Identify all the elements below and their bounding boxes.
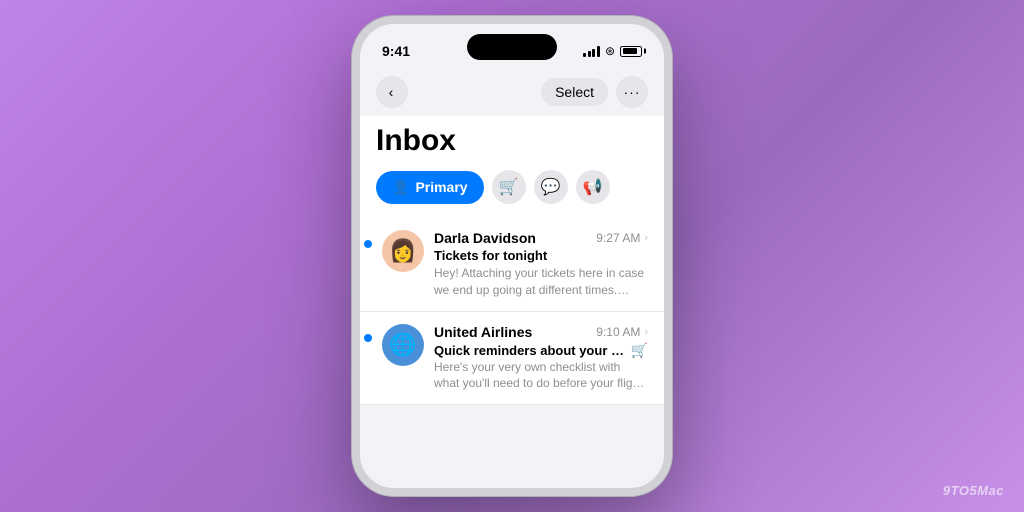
content-area: Inbox 👤 Primary 🛒 💬 📢 (360, 116, 664, 405)
unread-dot-2 (364, 334, 372, 342)
email-preview-2: Here's your very own checklist with what… (434, 359, 648, 393)
watermark-text: 9TO5Mac (943, 483, 1004, 498)
tab-promotions[interactable]: 📢 (576, 170, 610, 204)
inbox-title: Inbox (360, 116, 664, 170)
back-chevron-icon: ‹ (389, 84, 394, 100)
chevron-right-icon-2: › (644, 326, 648, 338)
back-button[interactable]: ‹ (376, 76, 408, 108)
signal-icon (583, 46, 600, 57)
email-sender-2: United Airlines (434, 324, 532, 340)
nav-bar: ‹ Select ··· (360, 72, 664, 116)
select-button[interactable]: Select (541, 78, 608, 106)
email-header-2: United Airlines 9:10 AM › (434, 324, 648, 340)
phone-wrapper: 9:41 ⊛ ‹ Select (352, 16, 672, 496)
email-list: 👩 Darla Davidson 9:27 AM › Tickets for t… (360, 218, 664, 405)
avatar-emoji-1: 👩 (389, 238, 416, 264)
table-row[interactable]: 🌐 United Airlines 9:10 AM › Quick remind… (360, 312, 664, 406)
email-time-2: 9:10 AM (596, 325, 640, 339)
more-dots-icon: ··· (624, 84, 641, 100)
avatar-emoji-2: 🌐 (389, 332, 416, 358)
email-subject-1: Tickets for tonight (434, 248, 648, 263)
email-sender-1: Darla Davidson (434, 230, 536, 246)
dynamic-island (467, 34, 557, 60)
email-subject-2: Quick reminders about your upcoming… (434, 343, 627, 358)
email-content-2: United Airlines 9:10 AM › Quick reminder… (434, 324, 648, 393)
watermark: 9TO5Mac (943, 482, 1004, 498)
status-icons: ⊛ (583, 44, 642, 58)
nav-right-controls: Select ··· (541, 76, 648, 108)
category-tabs: 👤 Primary 🛒 💬 📢 (360, 170, 664, 218)
chat-icon: 💬 (541, 177, 561, 197)
avatar: 👩 (382, 230, 424, 272)
avatar: 🌐 (382, 324, 424, 366)
email-preview-1: Hey! Attaching your tickets here in case… (434, 265, 648, 299)
tab-shopping[interactable]: 🛒 (492, 170, 526, 204)
email-header-1: Darla Davidson 9:27 AM › (434, 230, 648, 246)
shopping-cart-icon: 🛒 (499, 177, 519, 197)
person-icon: 👤 (392, 179, 409, 196)
shopping-badge-icon: 🛒 (631, 342, 648, 359)
email-time-row-2: 9:10 AM › (596, 325, 648, 339)
email-time-1: 9:27 AM (596, 231, 640, 245)
chevron-right-icon-1: › (644, 232, 648, 244)
tab-social[interactable]: 💬 (534, 170, 568, 204)
email-time-row-1: 9:27 AM › (596, 231, 648, 245)
phone-frame: 9:41 ⊛ ‹ Select (352, 16, 672, 496)
battery-icon (620, 46, 642, 57)
table-row[interactable]: 👩 Darla Davidson 9:27 AM › Tickets for t… (360, 218, 664, 312)
unread-dot-1 (364, 240, 372, 248)
more-button[interactable]: ··· (616, 76, 648, 108)
email-subject-row-2: Quick reminders about your upcoming… 🛒 (434, 342, 648, 359)
status-time: 9:41 (382, 43, 410, 59)
email-content-1: Darla Davidson 9:27 AM › Tickets for ton… (434, 230, 648, 299)
wifi-icon: ⊛ (605, 44, 615, 58)
megaphone-icon: 📢 (583, 177, 603, 197)
tab-primary-label: Primary (415, 179, 467, 195)
tab-primary[interactable]: 👤 Primary (376, 171, 484, 204)
